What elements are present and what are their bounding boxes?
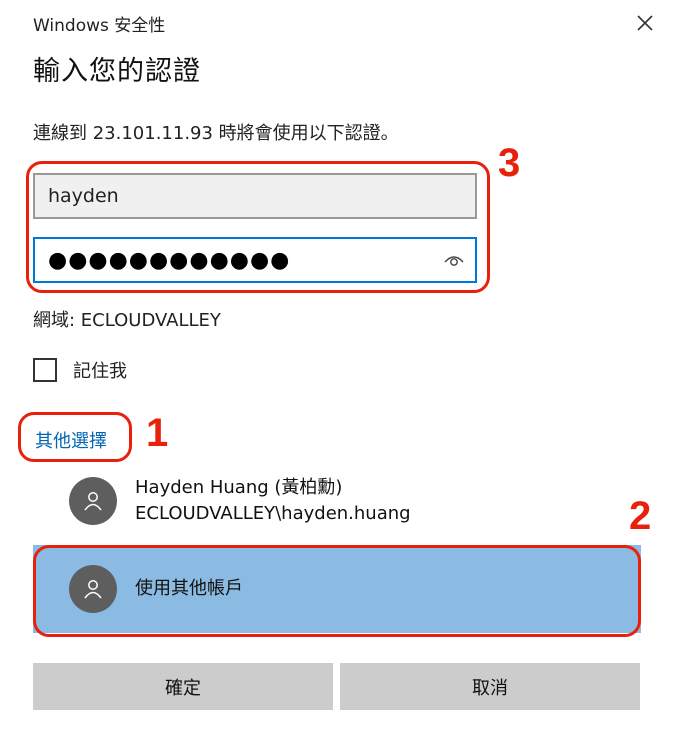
- domain-label: 網域: ECLOUDVALLEY: [33, 310, 221, 331]
- credential-dialog: Windows 安全性 輸入您的認證 連線到 23.101.11.93 時將會使…: [0, 0, 676, 742]
- window-title: Windows 安全性: [33, 16, 166, 36]
- dialog-heading: 輸入您的認證: [33, 56, 201, 87]
- annotation-callout-2: 2: [629, 494, 652, 538]
- account-option-hayden[interactable]: Hayden Huang (黃柏勳) ECLOUDVALLEY\hayden.h…: [33, 466, 641, 536]
- close-icon: [637, 15, 653, 31]
- eye-icon: [444, 256, 464, 266]
- annotation-callout-3: 3: [498, 141, 521, 185]
- ok-button[interactable]: 確定: [33, 663, 333, 710]
- reveal-password-button[interactable]: [443, 249, 465, 271]
- cancel-button[interactable]: 取消: [340, 663, 640, 710]
- connection-description: 連線到 23.101.11.93 時將會使用以下認證。: [33, 123, 399, 144]
- avatar: [69, 477, 117, 525]
- checkbox-box[interactable]: [33, 358, 57, 382]
- user-icon: [84, 580, 102, 599]
- account-name: 使用其他帳戶: [135, 578, 243, 599]
- avatar: [69, 565, 117, 613]
- account-name: Hayden Huang (黃柏勳): [135, 477, 343, 498]
- annotation-callout-1: 1: [146, 411, 169, 455]
- username-value: hayden: [48, 185, 119, 207]
- username-field[interactable]: hayden: [33, 173, 477, 219]
- remember-me-checkbox[interactable]: 記住我: [33, 357, 127, 383]
- account-id: ECLOUDVALLEY\hayden.huang: [135, 503, 411, 524]
- account-info: Hayden Huang (黃柏勳) ECLOUDVALLEY\hayden.h…: [135, 475, 411, 527]
- close-button[interactable]: [628, 6, 662, 40]
- remember-me-label: 記住我: [73, 361, 127, 382]
- account-option-other[interactable]: 使用其他帳戶: [33, 545, 641, 633]
- more-choices-link[interactable]: 其他選擇: [35, 427, 107, 453]
- password-value: ●●●●●●●●●●●●: [48, 247, 291, 273]
- user-icon: [84, 492, 102, 511]
- password-field[interactable]: ●●●●●●●●●●●●: [33, 237, 477, 283]
